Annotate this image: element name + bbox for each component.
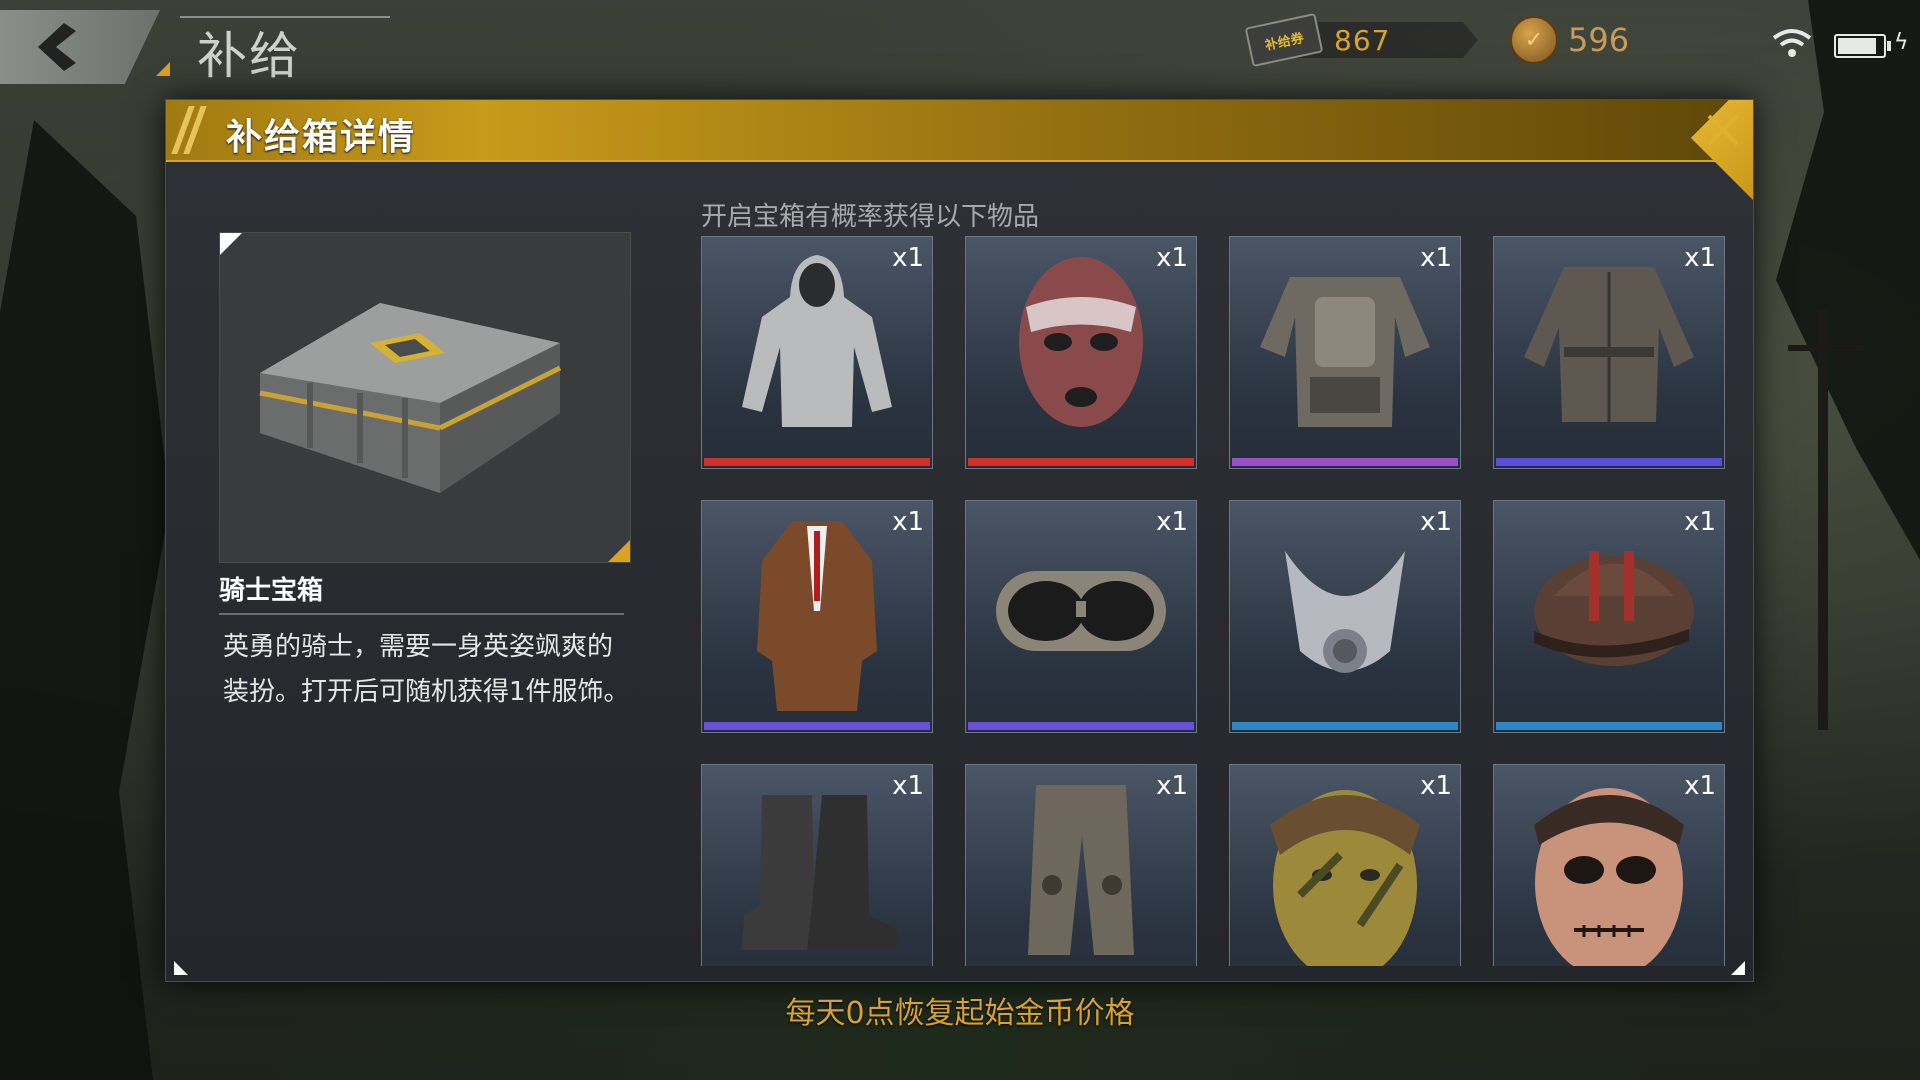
reward-item-face-paint-tiger[interactable]: x1 bbox=[1229, 764, 1461, 966]
item-quantity: x1 bbox=[1684, 771, 1716, 801]
item-quantity: x1 bbox=[1420, 243, 1452, 273]
close-icon bbox=[1707, 114, 1739, 146]
background-tree-right bbox=[1776, 0, 1920, 560]
ticket-currency: 补给券 867 bbox=[1244, 12, 1478, 68]
item-quantity: x1 bbox=[1684, 243, 1716, 273]
dialog-corner bbox=[1731, 961, 1745, 975]
reward-item-respirator-mask[interactable]: x1 bbox=[1229, 500, 1461, 733]
item-quantity: x1 bbox=[1684, 507, 1716, 537]
item-quantity: x1 bbox=[1420, 507, 1452, 537]
chevron-left-icon bbox=[38, 23, 76, 71]
background-tree-left bbox=[0, 120, 170, 1080]
item-quantity: x1 bbox=[892, 507, 924, 537]
reward-item-goggles[interactable]: x1 bbox=[965, 500, 1197, 733]
item-quantity: x1 bbox=[892, 771, 924, 801]
coin-currency: ✓ 596 bbox=[1510, 16, 1630, 64]
wifi-icon bbox=[1772, 29, 1812, 57]
ticket-count: 867 bbox=[1334, 23, 1391, 57]
rarity-bar bbox=[1232, 458, 1458, 466]
background-utility-pole bbox=[1818, 310, 1828, 730]
ticket-icon: 补给券 bbox=[1244, 12, 1324, 68]
battery-icon bbox=[1834, 34, 1891, 58]
reward-grid: x1 x1 x1 x1 x1 x1 x1 x1 x1 x1 x1 x1 bbox=[701, 236, 1731, 966]
item-quantity: x1 bbox=[1156, 243, 1188, 273]
item-quantity: x1 bbox=[892, 243, 924, 273]
rarity-bar bbox=[704, 722, 930, 730]
rarity-bar bbox=[1496, 722, 1722, 730]
reward-item-camo-pants[interactable]: x1 bbox=[965, 764, 1197, 966]
rarity-bar bbox=[968, 722, 1194, 730]
box-preview bbox=[219, 232, 631, 563]
rarity-bar bbox=[968, 458, 1194, 466]
supply-box-dialog: 补给箱详情 骑士宝箱 英勇的骑士，需要一身英姿飒爽的装扮。打开后可随机获得1件服… bbox=[165, 99, 1754, 982]
rarity-bar bbox=[1496, 458, 1722, 466]
back-button[interactable] bbox=[0, 10, 160, 84]
reward-item-trench-coat[interactable]: x1 bbox=[701, 500, 933, 733]
item-quantity: x1 bbox=[1420, 771, 1452, 801]
dialog-header: 补给箱详情 bbox=[166, 100, 1753, 162]
reward-item-armored-chestpiece[interactable]: x1 bbox=[1229, 236, 1461, 469]
rarity-bar bbox=[704, 458, 930, 466]
background-utility-pole-crossbar bbox=[1788, 345, 1862, 351]
reward-item-leather-jacket[interactable]: x1 bbox=[1493, 236, 1725, 469]
page-title: 补给 bbox=[197, 27, 301, 85]
coin-icon: ✓ bbox=[1510, 16, 1558, 64]
item-quantity: x1 bbox=[1156, 507, 1188, 537]
rarity-bar bbox=[1232, 722, 1458, 730]
coin-count: 596 bbox=[1568, 21, 1630, 59]
box-name-divider bbox=[219, 613, 624, 615]
box-description: 英勇的骑士，需要一身英姿飒爽的装扮。打开后可随机获得1件服饰。 bbox=[223, 632, 630, 707]
box-name: 骑士宝箱 bbox=[219, 576, 324, 606]
reward-item-flat-cap[interactable]: x1 bbox=[1493, 500, 1725, 733]
ticket-icon-text: 补给券 bbox=[1263, 30, 1306, 54]
title-accent bbox=[156, 62, 170, 76]
charging-icon: ϟ bbox=[1894, 30, 1909, 55]
item-quantity: x1 bbox=[1156, 771, 1188, 801]
supply-box-image bbox=[259, 303, 562, 493]
grid-label: 开启宝箱有概率获得以下物品 bbox=[701, 202, 1040, 232]
reward-item-leather-boots[interactable]: x1 bbox=[701, 764, 933, 966]
reward-item-balaclava-mask[interactable]: x1 bbox=[965, 236, 1197, 469]
reward-item-face-paint-skull[interactable]: x1 bbox=[1493, 764, 1725, 966]
footer-note: 每天0点恢复起始金币价格 bbox=[785, 996, 1135, 1031]
reward-item-hooded-jacket[interactable]: x1 bbox=[701, 236, 933, 469]
dialog-corner bbox=[174, 961, 188, 975]
dialog-title: 补给箱详情 bbox=[226, 117, 417, 158]
